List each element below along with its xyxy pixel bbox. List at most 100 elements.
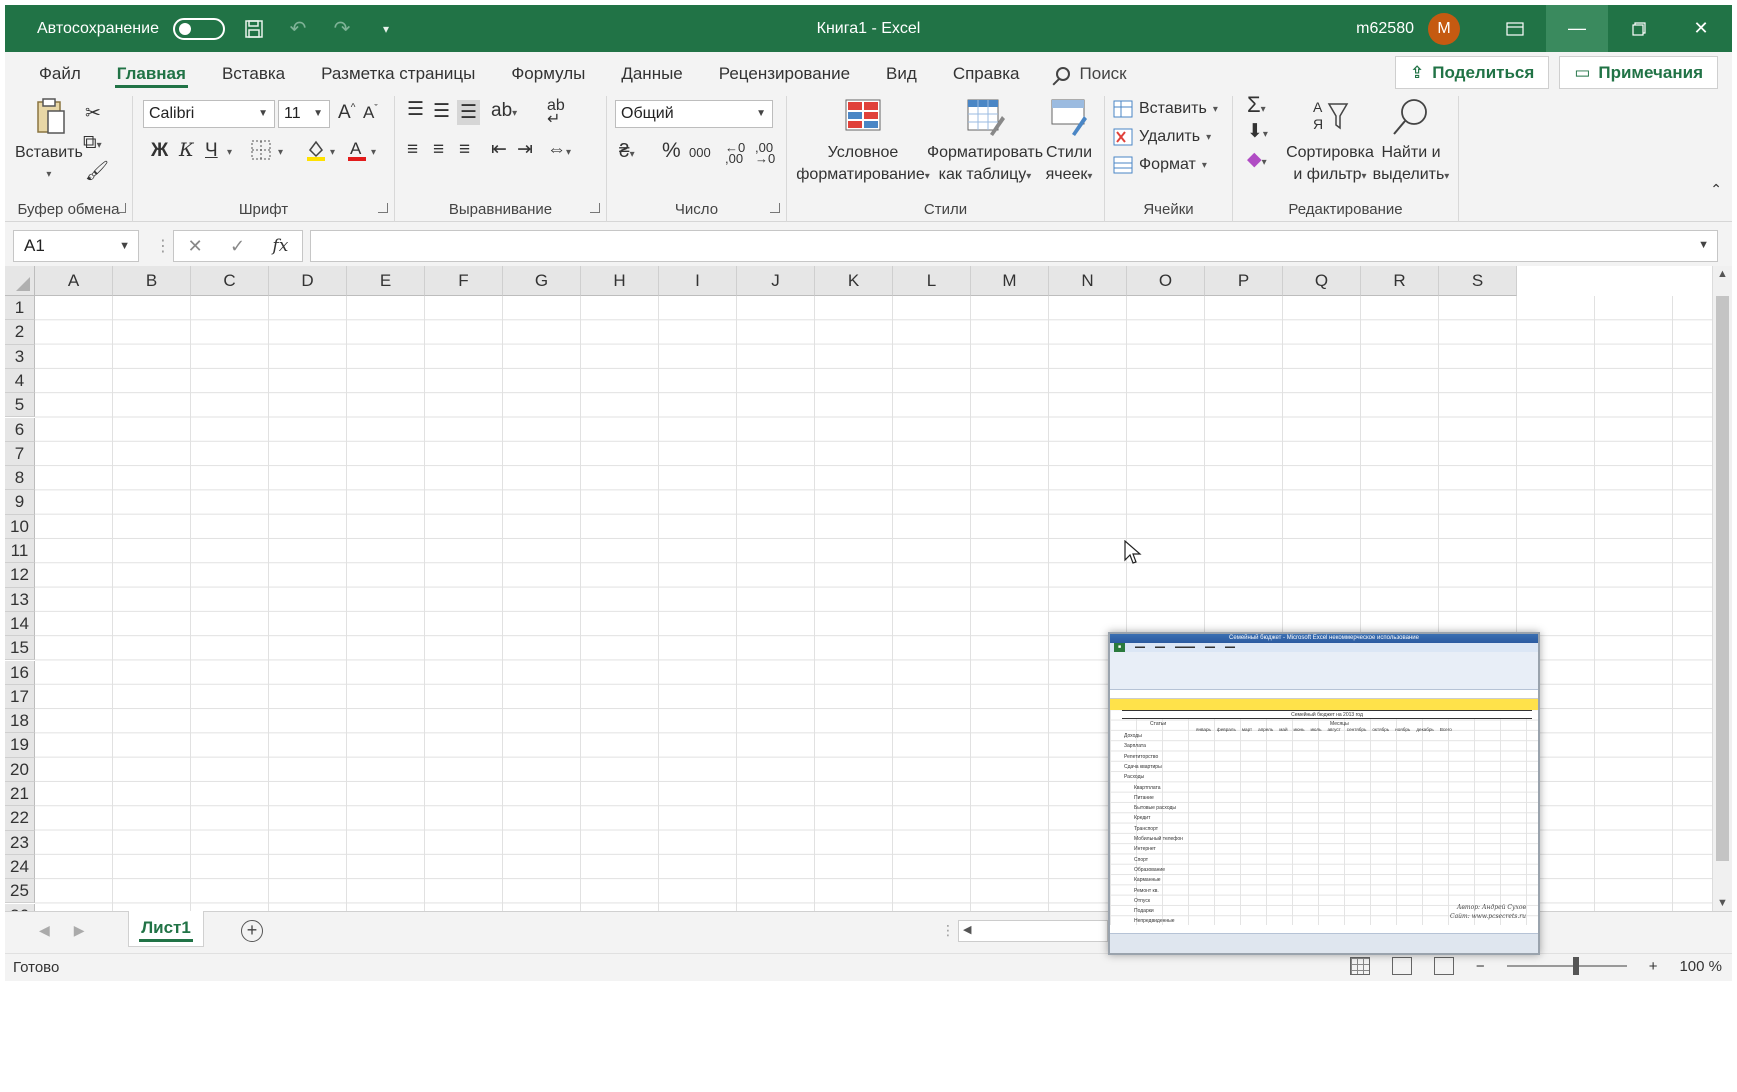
- column-header[interactable]: P: [1205, 266, 1283, 296]
- ribbon-display-icon[interactable]: [1484, 5, 1546, 52]
- row-header[interactable]: 9: [5, 490, 35, 515]
- row-header[interactable]: 17: [5, 684, 35, 710]
- restore-icon[interactable]: [1608, 5, 1670, 52]
- select-all-button[interactable]: [5, 266, 35, 296]
- scroll-down-icon[interactable]: ▼: [1717, 897, 1728, 909]
- percent-style-button[interactable]: %: [662, 140, 681, 161]
- font-color-dropdown-icon[interactable]: ▾: [371, 148, 376, 158]
- row-header[interactable]: 21: [5, 782, 35, 807]
- scroll-left-icon[interactable]: ◀: [963, 923, 971, 936]
- column-header[interactable]: S: [1439, 266, 1517, 296]
- insert-function-button[interactable]: fx: [272, 236, 288, 256]
- zoom-in-icon[interactable]: +: [1649, 958, 1658, 975]
- row-header[interactable]: 12: [5, 563, 35, 588]
- column-header[interactable]: D: [269, 266, 347, 296]
- merge-center-icon[interactable]: ⇔▾: [547, 140, 571, 159]
- zoom-out-icon[interactable]: −: [1476, 958, 1485, 975]
- page-break-view-icon[interactable]: [1433, 957, 1454, 975]
- column-header[interactable]: L: [893, 266, 971, 296]
- row-header[interactable]: 26: [5, 903, 35, 911]
- font-color-icon[interactable]: A: [346, 138, 368, 166]
- add-sheet-icon[interactable]: +: [241, 920, 263, 942]
- row-header[interactable]: 18: [5, 709, 35, 734]
- row-header[interactable]: 5: [5, 393, 35, 418]
- formula-bar-splitter[interactable]: ⋮: [155, 236, 171, 256]
- decrease-indent-icon[interactable]: ⇤: [491, 140, 507, 159]
- column-header[interactable]: C: [191, 266, 269, 296]
- search-box[interactable]: Поиск: [1038, 64, 1145, 84]
- comma-style-button[interactable]: 000: [689, 146, 711, 159]
- underline-button[interactable]: Ч: [205, 141, 218, 160]
- row-header[interactable]: 14: [5, 611, 35, 637]
- zoom-level[interactable]: 100 %: [1679, 958, 1722, 975]
- find-select-button[interactable]: Найти и выделить▾: [1369, 96, 1453, 188]
- next-sheet-icon[interactable]: ▶: [74, 922, 85, 939]
- row-header[interactable]: 24: [5, 854, 35, 880]
- prev-sheet-icon[interactable]: ◀: [39, 922, 50, 939]
- redo-icon[interactable]: ↷: [327, 14, 357, 44]
- column-header[interactable]: I: [659, 266, 737, 296]
- customize-qat-icon[interactable]: ▾: [371, 14, 401, 44]
- alignment-launcher-icon[interactable]: [590, 203, 600, 213]
- tab-insert[interactable]: Вставка: [204, 52, 303, 96]
- align-left-icon[interactable]: ≡: [407, 140, 418, 159]
- wrap-text-icon[interactable]: ab ↵: [547, 98, 565, 128]
- align-top-icon[interactable]: ☰: [407, 100, 424, 119]
- row-header[interactable]: 2: [5, 320, 35, 345]
- row-header[interactable]: 10: [5, 514, 35, 539]
- conditional-formatting-button[interactable]: Условное форматирование▾: [795, 96, 931, 188]
- normal-view-icon[interactable]: [1349, 957, 1370, 975]
- row-header[interactable]: 16: [5, 660, 35, 685]
- autosave-toggle[interactable]: [172, 17, 225, 40]
- row-header[interactable]: 6: [5, 417, 35, 442]
- increase-font-icon[interactable]: A^: [338, 103, 355, 122]
- format-painter-icon[interactable]: 🖌: [85, 162, 109, 181]
- column-header[interactable]: Q: [1283, 266, 1361, 296]
- page-layout-view-icon[interactable]: [1391, 957, 1412, 975]
- row-header[interactable]: 4: [5, 368, 35, 394]
- formula-input[interactable]: ▼: [310, 230, 1718, 262]
- row-header[interactable]: 7: [5, 441, 35, 467]
- currency-format-icon[interactable]: ₴▾: [619, 142, 635, 161]
- decrease-decimal-icon[interactable]: ,00 →0: [755, 141, 775, 165]
- column-header[interactable]: O: [1127, 266, 1205, 296]
- column-header[interactable]: F: [425, 266, 503, 296]
- collapse-ribbon-icon[interactable]: ⌃: [1710, 182, 1722, 196]
- fill-icon[interactable]: ⬇▾: [1247, 122, 1268, 141]
- borders-dropdown-icon[interactable]: ▾: [278, 148, 283, 158]
- column-header[interactable]: M: [971, 266, 1049, 296]
- increase-decimal-icon[interactable]: ←0,00: [725, 141, 745, 165]
- orientation-icon[interactable]: ab▾: [491, 101, 517, 120]
- paste-button[interactable]: Вставить ▾: [15, 96, 83, 186]
- format-as-table-button[interactable]: Форматировать как таблицу▾: [925, 96, 1045, 188]
- avatar[interactable]: M: [1428, 12, 1460, 45]
- zoom-slider-thumb[interactable]: [1572, 957, 1579, 975]
- sort-filter-button[interactable]: A Я Сортировка и фильтр▾: [1285, 96, 1375, 188]
- tab-review[interactable]: Рецензирование: [701, 52, 868, 96]
- vertical-scroll-thumb[interactable]: [1716, 296, 1729, 861]
- tab-page-layout[interactable]: Разметка страницы: [303, 52, 493, 96]
- column-header[interactable]: A: [35, 266, 113, 296]
- row-header[interactable]: 22: [5, 806, 35, 831]
- increase-indent-icon[interactable]: ⇥: [517, 140, 533, 159]
- row-header[interactable]: 1: [5, 296, 35, 321]
- row-header[interactable]: 13: [5, 587, 35, 612]
- row-header[interactable]: 23: [5, 830, 35, 855]
- italic-button[interactable]: К: [179, 141, 194, 160]
- number-launcher-icon[interactable]: [770, 203, 780, 213]
- tab-help[interactable]: Справка: [935, 52, 1038, 96]
- column-header[interactable]: R: [1361, 266, 1439, 296]
- format-cells-button[interactable]: Формат ▾: [1113, 148, 1207, 182]
- row-header[interactable]: 25: [5, 879, 35, 904]
- tab-formulas[interactable]: Формулы: [493, 52, 603, 96]
- align-right-icon[interactable]: ≡: [459, 140, 470, 159]
- cut-icon[interactable]: ✂: [85, 104, 101, 123]
- tab-file[interactable]: Файл: [21, 52, 99, 96]
- autosum-icon[interactable]: Σ▾: [1247, 94, 1266, 116]
- vertical-scrollbar[interactable]: ▲ ▼: [1712, 266, 1732, 911]
- font-family-select[interactable]: Calibri ▼: [143, 100, 275, 128]
- underline-dropdown-icon[interactable]: ▾: [227, 148, 232, 158]
- column-header[interactable]: G: [503, 266, 581, 296]
- horizontal-scrollbar[interactable]: ◀: [958, 920, 1108, 942]
- column-header[interactable]: B: [113, 266, 191, 296]
